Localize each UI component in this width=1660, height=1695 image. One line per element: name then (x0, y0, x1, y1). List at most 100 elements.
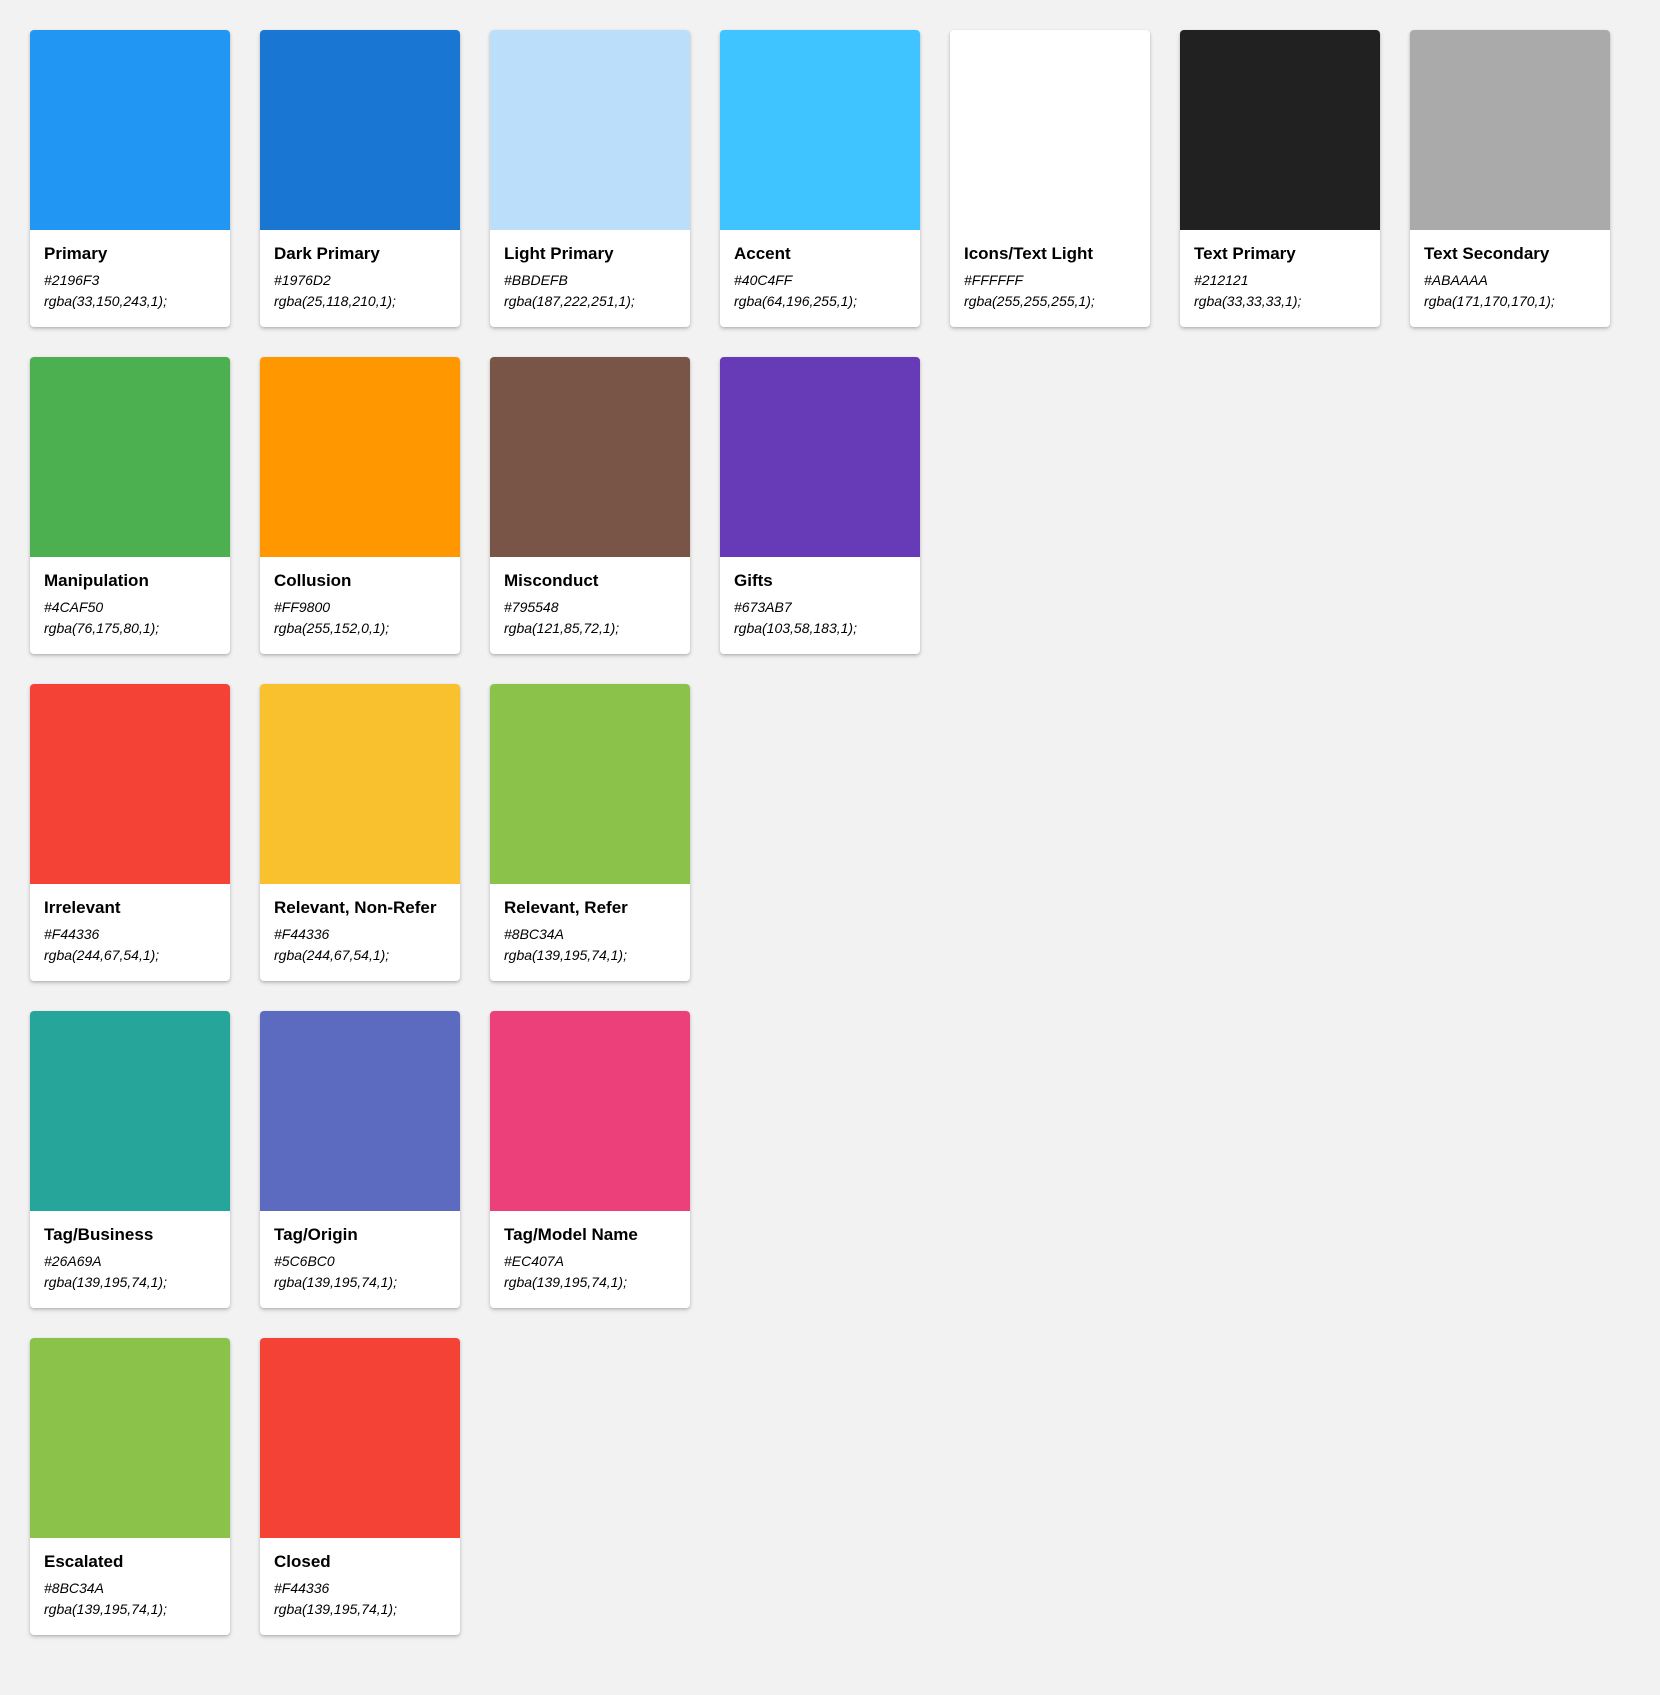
color-card: Misconduct #795548rgba(121,85,72,1); (490, 357, 690, 654)
color-rgba: rgba(139,195,74,1); (274, 1272, 446, 1292)
color-swatch (950, 30, 1150, 230)
color-info: Accent#40C4FFrgba(64,196,255,1); (720, 230, 920, 327)
color-hex: #673AB7 (734, 597, 906, 617)
color-rgba: rgba(139,195,74,1); (44, 1272, 216, 1292)
color-info: Text Secondary#ABAAAArgba(171,170,170,1)… (1410, 230, 1610, 327)
color-swatch (490, 684, 690, 884)
color-name: Accent (734, 244, 906, 264)
color-name: Irrelevant (44, 898, 216, 918)
color-card: Relevant, Non-Refer #F44336rgba(244,67,54… (260, 684, 460, 981)
color-swatch (490, 30, 690, 230)
color-info: Closed#F44336rgba(139,195,74,1); (260, 1538, 460, 1635)
color-rgba: rgba(255,255,255,1); (964, 291, 1136, 311)
color-swatch (30, 1338, 230, 1538)
color-hex: #BBDEFB (504, 270, 676, 290)
color-card: Icons/Text Light#FFFFFFrgba(255,255,255,… (950, 30, 1150, 327)
color-rgba: rgba(244,67,54,1); (274, 945, 446, 965)
color-rgba: rgba(244,67,54,1); (44, 945, 216, 965)
color-card: Irrelevant#F44336rgba(244,67,54,1); (30, 684, 230, 981)
color-name: Tag/Origin (274, 1225, 446, 1245)
color-hex: #5C6BC0 (274, 1251, 446, 1271)
color-rgba: rgba(103,58,183,1); (734, 618, 906, 638)
color-swatch (260, 30, 460, 230)
palette-row: Primary #2196F3rgba(33,150,243,1); Dark Pr… (30, 30, 1630, 327)
color-card: Escalated#8BC34Argba(139,195,74,1); (30, 1338, 230, 1635)
color-hex: #40C4FF (734, 270, 906, 290)
color-info: Dark Primary #1976D2rgba(25,118,210,1); (260, 230, 460, 327)
color-palette: Primary #2196F3rgba(33,150,243,1); Dark Pr… (30, 30, 1630, 1635)
color-card: Tag/Origin #5C6BC0rgba(139,195,74,1); (260, 1011, 460, 1308)
color-rgba: rgba(76,175,80,1); (44, 618, 216, 638)
color-name: Tag/Model Name (504, 1225, 676, 1245)
color-swatch (30, 357, 230, 557)
color-card: Accent#40C4FFrgba(64,196,255,1); (720, 30, 920, 327)
color-info: Relevant, Non-Refer #F44336rgba(244,67,54… (260, 884, 460, 981)
color-hex: #1976D2 (274, 270, 446, 290)
color-hex: #F44336 (274, 924, 446, 944)
color-swatch (1180, 30, 1380, 230)
color-rgba: rgba(25,118,210,1); (274, 291, 446, 311)
color-rgba: rgba(33,33,33,1); (1194, 291, 1366, 311)
color-swatch (30, 1011, 230, 1211)
color-name: Closed (274, 1552, 446, 1572)
color-info: Misconduct #795548rgba(121,85,72,1); (490, 557, 690, 654)
color-name: Tag/Business (44, 1225, 216, 1245)
color-hex: #4CAF50 (44, 597, 216, 617)
color-rgba: rgba(139,195,74,1); (504, 1272, 676, 1292)
color-rgba: rgba(139,195,74,1); (274, 1599, 446, 1619)
color-name: Collusion (274, 571, 446, 591)
color-swatch (490, 1011, 690, 1211)
color-rgba: rgba(171,170,170,1); (1424, 291, 1596, 311)
color-name: Gifts (734, 571, 906, 591)
color-info: Tag/Model Name#EC407Argba(139,195,74,1); (490, 1211, 690, 1308)
color-card: Primary #2196F3rgba(33,150,243,1); (30, 30, 230, 327)
color-swatch (1410, 30, 1610, 230)
color-info: Tag/Business#26A69Argba(139,195,74,1); (30, 1211, 230, 1308)
color-hex: #212121 (1194, 270, 1366, 290)
color-name: Escalated (44, 1552, 216, 1572)
color-rgba: rgba(187,222,251,1); (504, 291, 676, 311)
color-swatch (30, 684, 230, 884)
color-name: Misconduct (504, 571, 676, 591)
color-name: Primary (44, 244, 216, 264)
color-card: Tag/Business#26A69Argba(139,195,74,1); (30, 1011, 230, 1308)
color-card: Light Primary#BBDEFBrgba(187,222,251,1); (490, 30, 690, 327)
palette-row: Escalated#8BC34Argba(139,195,74,1);Close… (30, 1338, 1630, 1635)
color-swatch (30, 30, 230, 230)
color-name: Relevant, Non-Refer (274, 898, 446, 918)
color-info: Manipulation #4CAF50rgba(76,175,80,1); (30, 557, 230, 654)
color-rgba: rgba(33,150,243,1); (44, 291, 216, 311)
color-hex: #FFFFFF (964, 270, 1136, 290)
color-card: Text Primary #212121rgba(33,33,33,1); (1180, 30, 1380, 327)
color-card: Relevant, Refer #8BC34Argba(139,195,74,1)… (490, 684, 690, 981)
color-card: Gifts #673AB7rgba(103,58,183,1); (720, 357, 920, 654)
color-card: Closed#F44336rgba(139,195,74,1); (260, 1338, 460, 1635)
color-name: Relevant, Refer (504, 898, 676, 918)
color-info: Collusion#FF9800rgba(255,152,0,1); (260, 557, 460, 654)
color-hex: #FF9800 (274, 597, 446, 617)
color-hex: #795548 (504, 597, 676, 617)
color-name: Text Primary (1194, 244, 1366, 264)
color-card: Tag/Model Name#EC407Argba(139,195,74,1); (490, 1011, 690, 1308)
color-hex: #8BC34A (504, 924, 676, 944)
color-name: Text Secondary (1424, 244, 1596, 264)
color-info: Text Primary #212121rgba(33,33,33,1); (1180, 230, 1380, 327)
color-name: Manipulation (44, 571, 216, 591)
palette-row: Manipulation #4CAF50rgba(76,175,80,1); Col… (30, 357, 1630, 654)
palette-row: Irrelevant#F44336rgba(244,67,54,1);Relev… (30, 684, 1630, 981)
color-swatch (260, 357, 460, 557)
color-rgba: rgba(121,85,72,1); (504, 618, 676, 638)
color-rgba: rgba(139,195,74,1); (504, 945, 676, 965)
color-info: Icons/Text Light#FFFFFFrgba(255,255,255,… (950, 230, 1150, 327)
color-hex: #2196F3 (44, 270, 216, 290)
color-card: Manipulation #4CAF50rgba(76,175,80,1); (30, 357, 230, 654)
color-info: Gifts #673AB7rgba(103,58,183,1); (720, 557, 920, 654)
color-swatch (720, 357, 920, 557)
color-info: Tag/Origin #5C6BC0rgba(139,195,74,1); (260, 1211, 460, 1308)
color-name: Dark Primary (274, 244, 446, 264)
color-info: Primary #2196F3rgba(33,150,243,1); (30, 230, 230, 327)
color-hex: #8BC34A (44, 1578, 216, 1598)
color-card: Text Secondary#ABAAAArgba(171,170,170,1)… (1410, 30, 1610, 327)
color-swatch (260, 1338, 460, 1538)
color-card: Dark Primary #1976D2rgba(25,118,210,1); (260, 30, 460, 327)
